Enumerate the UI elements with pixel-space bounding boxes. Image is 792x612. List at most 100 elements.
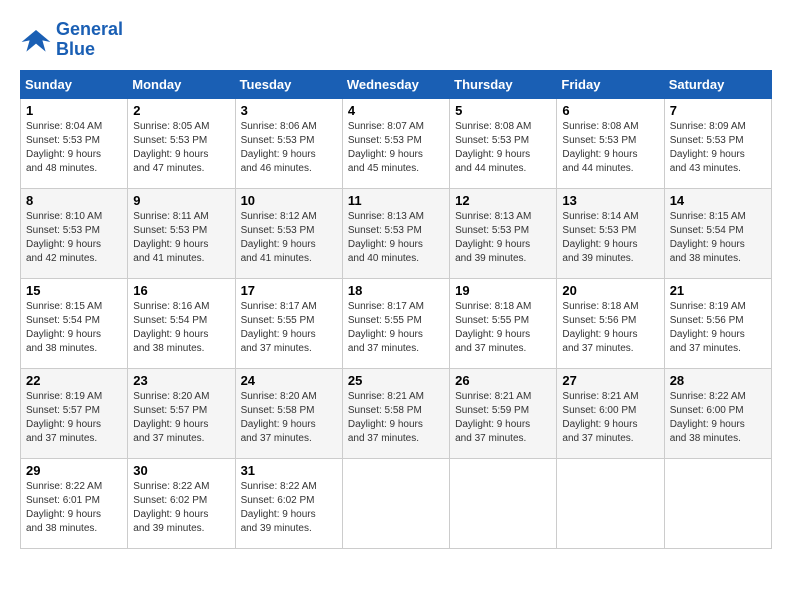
day-info: Sunrise: 8:22 AM Sunset: 6:02 PM Dayligh…: [241, 480, 337, 536]
day-number: 3: [241, 103, 337, 118]
calendar-cell: 29 Sunrise: 8:22 AM Sunset: 6:01 PM Dayl…: [21, 458, 128, 548]
day-info: Sunrise: 8:19 AM Sunset: 5:57 PM Dayligh…: [26, 390, 122, 446]
day-number: 25: [348, 373, 444, 388]
day-info: Sunrise: 8:18 AM Sunset: 5:56 PM Dayligh…: [562, 300, 658, 356]
day-info: Sunrise: 8:15 AM Sunset: 5:54 PM Dayligh…: [670, 210, 766, 266]
calendar-cell: 28 Sunrise: 8:22 AM Sunset: 6:00 PM Dayl…: [664, 368, 771, 458]
day-info: Sunrise: 8:09 AM Sunset: 5:53 PM Dayligh…: [670, 120, 766, 176]
calendar-cell: 31 Sunrise: 8:22 AM Sunset: 6:02 PM Dayl…: [235, 458, 342, 548]
day-info: Sunrise: 8:15 AM Sunset: 5:54 PM Dayligh…: [26, 300, 122, 356]
page-header: General Blue: [20, 20, 772, 60]
calendar-cell: 9 Sunrise: 8:11 AM Sunset: 5:53 PM Dayli…: [128, 188, 235, 278]
calendar-table: SundayMondayTuesdayWednesdayThursdayFrid…: [20, 70, 772, 549]
day-number: 11: [348, 193, 444, 208]
day-number: 19: [455, 283, 551, 298]
calendar-cell: 12 Sunrise: 8:13 AM Sunset: 5:53 PM Dayl…: [450, 188, 557, 278]
day-info: Sunrise: 8:14 AM Sunset: 5:53 PM Dayligh…: [562, 210, 658, 266]
calendar-cell: 22 Sunrise: 8:19 AM Sunset: 5:57 PM Dayl…: [21, 368, 128, 458]
day-info: Sunrise: 8:19 AM Sunset: 5:56 PM Dayligh…: [670, 300, 766, 356]
day-number: 28: [670, 373, 766, 388]
day-number: 16: [133, 283, 229, 298]
day-info: Sunrise: 8:05 AM Sunset: 5:53 PM Dayligh…: [133, 120, 229, 176]
day-info: Sunrise: 8:10 AM Sunset: 5:53 PM Dayligh…: [26, 210, 122, 266]
day-info: Sunrise: 8:07 AM Sunset: 5:53 PM Dayligh…: [348, 120, 444, 176]
calendar-cell: [664, 458, 771, 548]
day-number: 26: [455, 373, 551, 388]
calendar-cell: 23 Sunrise: 8:20 AM Sunset: 5:57 PM Dayl…: [128, 368, 235, 458]
calendar-cell: 1 Sunrise: 8:04 AM Sunset: 5:53 PM Dayli…: [21, 98, 128, 188]
calendar-cell: [557, 458, 664, 548]
day-info: Sunrise: 8:06 AM Sunset: 5:53 PM Dayligh…: [241, 120, 337, 176]
calendar-week-3: 15 Sunrise: 8:15 AM Sunset: 5:54 PM Dayl…: [21, 278, 772, 368]
day-number: 6: [562, 103, 658, 118]
day-number: 20: [562, 283, 658, 298]
day-number: 21: [670, 283, 766, 298]
day-info: Sunrise: 8:04 AM Sunset: 5:53 PM Dayligh…: [26, 120, 122, 176]
calendar-cell: 4 Sunrise: 8:07 AM Sunset: 5:53 PM Dayli…: [342, 98, 449, 188]
day-number: 5: [455, 103, 551, 118]
day-number: 4: [348, 103, 444, 118]
calendar-cell: 30 Sunrise: 8:22 AM Sunset: 6:02 PM Dayl…: [128, 458, 235, 548]
calendar-cell: 5 Sunrise: 8:08 AM Sunset: 5:53 PM Dayli…: [450, 98, 557, 188]
day-info: Sunrise: 8:08 AM Sunset: 5:53 PM Dayligh…: [455, 120, 551, 176]
calendar-cell: 8 Sunrise: 8:10 AM Sunset: 5:53 PM Dayli…: [21, 188, 128, 278]
day-info: Sunrise: 8:12 AM Sunset: 5:53 PM Dayligh…: [241, 210, 337, 266]
day-number: 27: [562, 373, 658, 388]
day-number: 10: [241, 193, 337, 208]
day-number: 15: [26, 283, 122, 298]
weekday-header-wednesday: Wednesday: [342, 70, 449, 98]
logo-icon: [20, 26, 52, 54]
calendar-cell: 26 Sunrise: 8:21 AM Sunset: 5:59 PM Dayl…: [450, 368, 557, 458]
day-number: 22: [26, 373, 122, 388]
logo: General Blue: [20, 20, 123, 60]
day-info: Sunrise: 8:13 AM Sunset: 5:53 PM Dayligh…: [455, 210, 551, 266]
day-info: Sunrise: 8:21 AM Sunset: 6:00 PM Dayligh…: [562, 390, 658, 446]
day-info: Sunrise: 8:20 AM Sunset: 5:57 PM Dayligh…: [133, 390, 229, 446]
day-number: 12: [455, 193, 551, 208]
calendar-cell: 10 Sunrise: 8:12 AM Sunset: 5:53 PM Dayl…: [235, 188, 342, 278]
calendar-cell: 19 Sunrise: 8:18 AM Sunset: 5:55 PM Dayl…: [450, 278, 557, 368]
calendar-cell: 6 Sunrise: 8:08 AM Sunset: 5:53 PM Dayli…: [557, 98, 664, 188]
day-number: 9: [133, 193, 229, 208]
day-number: 18: [348, 283, 444, 298]
day-info: Sunrise: 8:18 AM Sunset: 5:55 PM Dayligh…: [455, 300, 551, 356]
day-info: Sunrise: 8:17 AM Sunset: 5:55 PM Dayligh…: [348, 300, 444, 356]
calendar-cell: 15 Sunrise: 8:15 AM Sunset: 5:54 PM Dayl…: [21, 278, 128, 368]
day-info: Sunrise: 8:22 AM Sunset: 6:00 PM Dayligh…: [670, 390, 766, 446]
calendar-cell: 24 Sunrise: 8:20 AM Sunset: 5:58 PM Dayl…: [235, 368, 342, 458]
day-number: 14: [670, 193, 766, 208]
day-info: Sunrise: 8:16 AM Sunset: 5:54 PM Dayligh…: [133, 300, 229, 356]
calendar-cell: 25 Sunrise: 8:21 AM Sunset: 5:58 PM Dayl…: [342, 368, 449, 458]
day-number: 7: [670, 103, 766, 118]
calendar-cell: 18 Sunrise: 8:17 AM Sunset: 5:55 PM Dayl…: [342, 278, 449, 368]
day-info: Sunrise: 8:21 AM Sunset: 5:59 PM Dayligh…: [455, 390, 551, 446]
day-number: 23: [133, 373, 229, 388]
calendar-cell: 16 Sunrise: 8:16 AM Sunset: 5:54 PM Dayl…: [128, 278, 235, 368]
day-info: Sunrise: 8:08 AM Sunset: 5:53 PM Dayligh…: [562, 120, 658, 176]
day-info: Sunrise: 8:17 AM Sunset: 5:55 PM Dayligh…: [241, 300, 337, 356]
day-info: Sunrise: 8:13 AM Sunset: 5:53 PM Dayligh…: [348, 210, 444, 266]
calendar-cell: 20 Sunrise: 8:18 AM Sunset: 5:56 PM Dayl…: [557, 278, 664, 368]
calendar-week-2: 8 Sunrise: 8:10 AM Sunset: 5:53 PM Dayli…: [21, 188, 772, 278]
day-number: 29: [26, 463, 122, 478]
day-number: 17: [241, 283, 337, 298]
weekday-header-thursday: Thursday: [450, 70, 557, 98]
calendar-cell: 3 Sunrise: 8:06 AM Sunset: 5:53 PM Dayli…: [235, 98, 342, 188]
day-number: 2: [133, 103, 229, 118]
calendar-cell: 7 Sunrise: 8:09 AM Sunset: 5:53 PM Dayli…: [664, 98, 771, 188]
calendar-week-5: 29 Sunrise: 8:22 AM Sunset: 6:01 PM Dayl…: [21, 458, 772, 548]
weekday-header-tuesday: Tuesday: [235, 70, 342, 98]
calendar-cell: 27 Sunrise: 8:21 AM Sunset: 6:00 PM Dayl…: [557, 368, 664, 458]
day-number: 24: [241, 373, 337, 388]
calendar-cell: 14 Sunrise: 8:15 AM Sunset: 5:54 PM Dayl…: [664, 188, 771, 278]
calendar-cell: 17 Sunrise: 8:17 AM Sunset: 5:55 PM Dayl…: [235, 278, 342, 368]
day-info: Sunrise: 8:20 AM Sunset: 5:58 PM Dayligh…: [241, 390, 337, 446]
day-number: 30: [133, 463, 229, 478]
calendar-week-1: 1 Sunrise: 8:04 AM Sunset: 5:53 PM Dayli…: [21, 98, 772, 188]
logo-text: General Blue: [56, 20, 123, 60]
calendar-week-4: 22 Sunrise: 8:19 AM Sunset: 5:57 PM Dayl…: [21, 368, 772, 458]
day-info: Sunrise: 8:21 AM Sunset: 5:58 PM Dayligh…: [348, 390, 444, 446]
weekday-header-friday: Friday: [557, 70, 664, 98]
calendar-cell: 2 Sunrise: 8:05 AM Sunset: 5:53 PM Dayli…: [128, 98, 235, 188]
day-number: 1: [26, 103, 122, 118]
